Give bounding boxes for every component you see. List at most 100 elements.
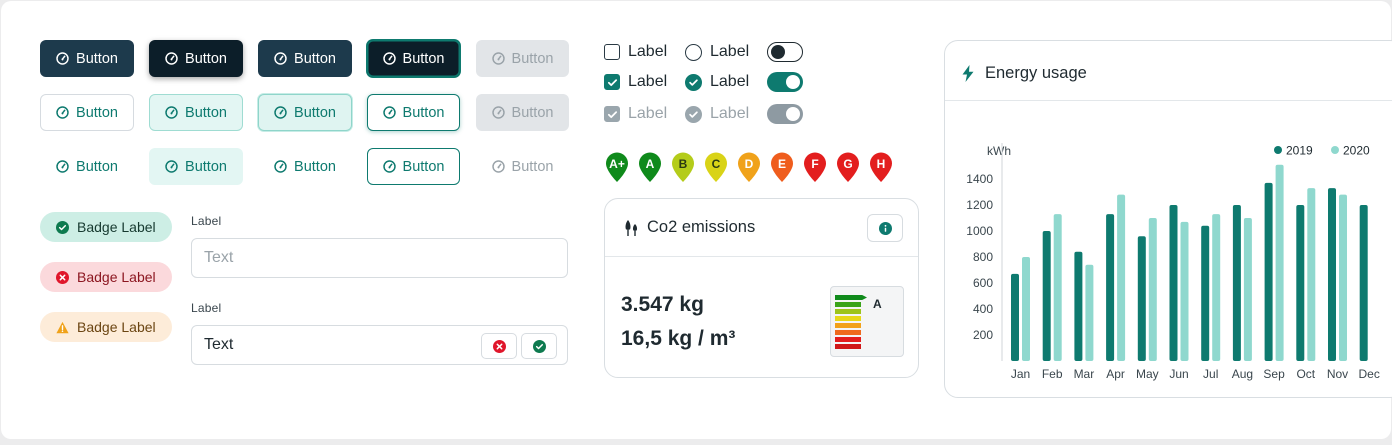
x-tick-label: May	[1136, 367, 1159, 381]
button-disabled: Button	[476, 40, 569, 77]
bar-2020-Feb	[1053, 214, 1062, 361]
check-icon	[607, 78, 617, 86]
energy-label-bar	[835, 309, 861, 314]
y-axis-label: kWh	[987, 144, 1011, 158]
badge-success: Badge Label	[40, 212, 172, 242]
gauge-icon	[274, 106, 287, 119]
bar-2019-Jun	[1169, 205, 1178, 361]
field-label: Label	[191, 301, 222, 315]
button-solid-hover[interactable]: Button	[149, 40, 243, 77]
radio-unchecked[interactable]: Label	[685, 43, 749, 61]
bar-2020-Jul	[1212, 214, 1221, 361]
button-ghost-focus[interactable]: Button	[367, 148, 460, 185]
energy-class-pin: A+	[604, 151, 630, 183]
energy-class-pin: E	[769, 151, 795, 183]
warning-triangle-icon	[56, 321, 69, 333]
energy-label-bar	[835, 323, 861, 328]
energy-class-label: F	[811, 157, 819, 171]
bar-2019-Jul	[1201, 225, 1210, 361]
bar-2020-Sep	[1275, 164, 1284, 361]
check-circle-icon	[532, 339, 546, 353]
energy-usage-chart: kWh 200 400 600 800 1000 1200 1400 2019 2020 Jan Fe…	[966, 143, 1380, 381]
button-ghost-hover[interactable]: Button	[149, 148, 243, 185]
gauge-icon	[56, 52, 69, 65]
checkbox-box[interactable]	[604, 74, 620, 90]
checkbox-checked[interactable]: Label	[604, 73, 667, 91]
button-outline-focus[interactable]: Button	[367, 94, 460, 131]
button-label: Button	[402, 104, 445, 121]
x-tick-label: Feb	[1042, 367, 1063, 381]
x-tick-label: Oct	[1296, 367, 1315, 381]
gauge-icon	[165, 160, 178, 173]
legend-marker	[1274, 146, 1282, 154]
button-ghost[interactable]: Button	[40, 148, 134, 185]
toggle-on[interactable]	[767, 72, 803, 92]
info-button[interactable]	[867, 214, 903, 242]
energy-label-bar	[835, 337, 861, 342]
checkbox-label: Label	[628, 73, 668, 90]
info-icon	[878, 221, 892, 235]
checkbox-label: Label	[628, 43, 668, 60]
toggle-knob	[771, 44, 785, 59]
check-icon	[689, 110, 698, 118]
x-tick-label: Apr	[1106, 367, 1125, 381]
energy-class-pin: H	[868, 151, 894, 183]
bar-2020-May	[1148, 218, 1157, 361]
button-outline[interactable]: Button	[40, 94, 134, 131]
gauge-icon	[491, 52, 505, 65]
confirm-button[interactable]	[521, 333, 557, 359]
button-ghost[interactable]: Button	[258, 148, 352, 185]
bar-2020-Jan	[1022, 257, 1030, 361]
text-input[interactable]: Text	[191, 238, 568, 278]
radio-circle[interactable]	[685, 73, 702, 91]
energy-usage-card: Energy usage kWh 200 400 600 800 1000 1200 1400…	[944, 40, 1392, 398]
toggle-off[interactable]	[767, 42, 803, 62]
gauge-icon	[56, 106, 69, 119]
bar-2020-Nov	[1339, 194, 1347, 361]
x-circle-icon	[492, 339, 506, 353]
toggle-knob	[786, 75, 800, 89]
y-tick-label: 1200	[966, 198, 993, 212]
co2-card-title: Co2 emissions	[647, 218, 756, 236]
button-solid[interactable]: Button	[40, 40, 134, 77]
clear-button[interactable]	[481, 333, 517, 359]
bar-2019-Mar	[1074, 251, 1083, 361]
button-outline-hover[interactable]: Button	[149, 94, 243, 131]
button-outline-active[interactable]: Button	[258, 94, 352, 131]
x-tick-label: Jul	[1203, 367, 1218, 381]
energy-class-label: B	[678, 157, 688, 171]
radio-label: Label	[710, 73, 750, 90]
button-ghost-disabled: Button	[476, 148, 569, 185]
legend-label: 2019	[1286, 144, 1313, 158]
button-label: Button	[294, 158, 336, 175]
energy-label-bar	[835, 316, 861, 321]
co2-card: Co2 emissions 3.547 kg 16,5 kg / m³ A	[604, 198, 919, 378]
co2-per-m3-value: 16,5 kg / m³	[621, 327, 736, 350]
button-label: Button	[76, 158, 118, 175]
button-solid-focus[interactable]: Button	[367, 40, 460, 77]
x-tick-label: Jun	[1169, 367, 1188, 381]
text-input-with-actions[interactable]: Text	[191, 325, 568, 365]
radio-circle[interactable]	[685, 43, 702, 61]
energy-label-graphic: A	[830, 286, 904, 357]
y-tick-label: 800	[973, 250, 993, 264]
button-solid-active[interactable]: Button	[258, 40, 352, 77]
button-label: Button	[511, 50, 554, 67]
x-circle-icon	[56, 270, 69, 284]
checkbox-box[interactable]	[604, 44, 620, 60]
checkbox-unchecked[interactable]: Label	[604, 43, 667, 61]
energy-class-label: H	[876, 157, 886, 171]
gauge-icon	[491, 106, 505, 119]
check-icon	[607, 110, 617, 118]
energy-card-title: Energy usage	[985, 64, 1087, 82]
checkbox-label: Label	[628, 105, 668, 122]
bar-2020-Oct	[1307, 188, 1316, 361]
energy-class-pin: D	[736, 151, 762, 183]
radio-checked[interactable]: Label	[685, 73, 749, 91]
energy-label-bar	[835, 344, 861, 349]
radio-disabled: Label	[685, 105, 749, 123]
gauge-icon	[491, 160, 505, 173]
energy-class-pin: C	[703, 151, 729, 183]
radio-circle	[685, 105, 702, 123]
gauge-icon	[274, 160, 287, 173]
